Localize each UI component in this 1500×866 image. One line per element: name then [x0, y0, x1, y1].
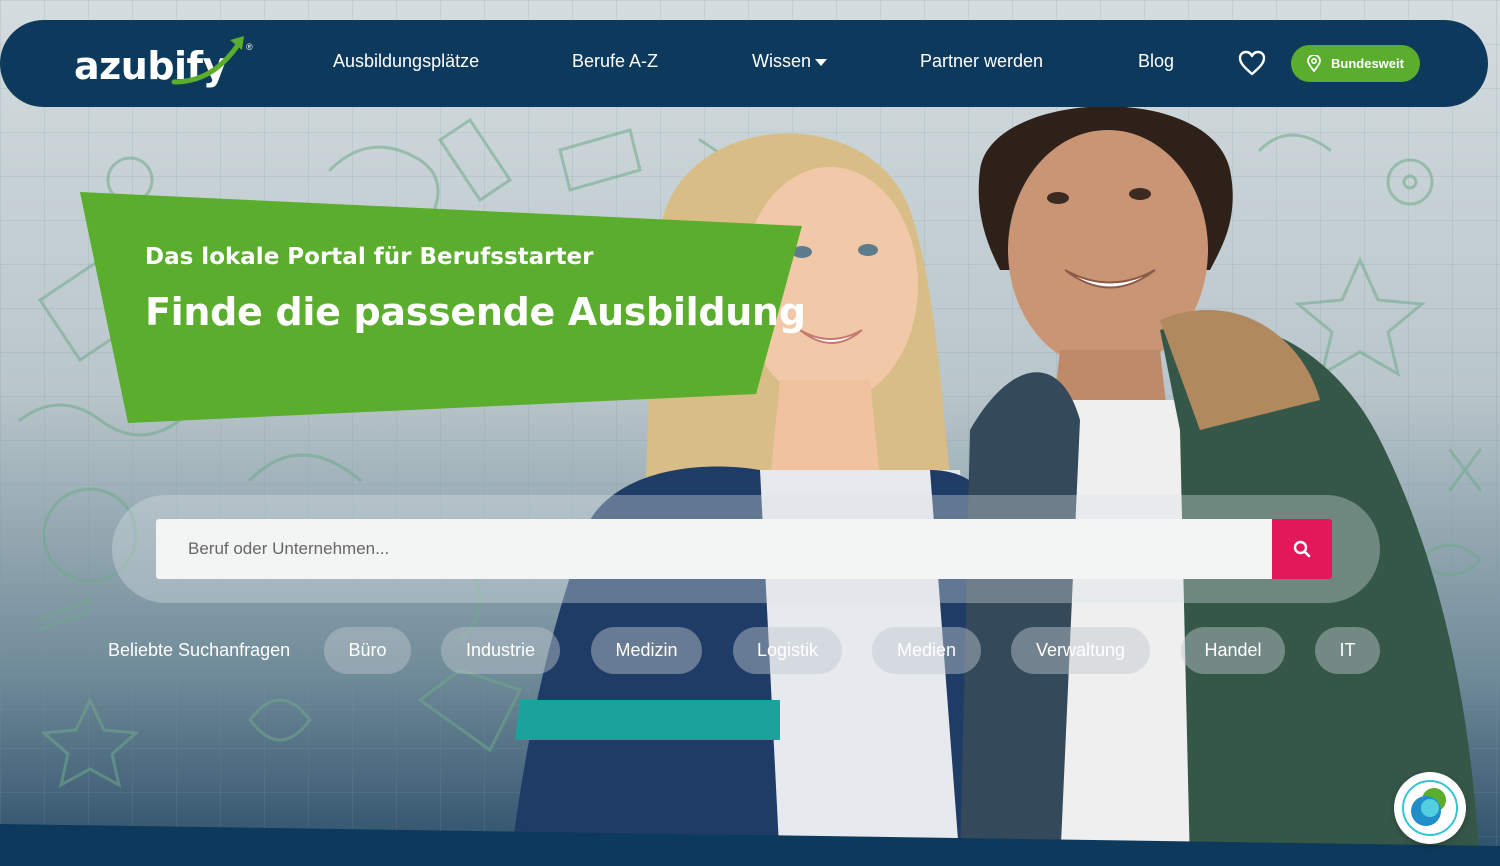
- nav-wissen[interactable]: Wissen: [752, 51, 828, 72]
- search-icon: [1293, 540, 1311, 558]
- location-button[interactable]: Bundesweit: [1291, 45, 1420, 82]
- heart-icon[interactable]: [1238, 50, 1266, 76]
- location-label: Bundesweit: [1331, 56, 1404, 71]
- popular-searches-label: Beliebte Suchanfragen: [108, 640, 291, 660]
- nav-partner-werden[interactable]: Partner werden: [920, 51, 1043, 72]
- chip-logistik[interactable]: Logistik: [733, 627, 842, 674]
- hero-subtitle: Das lokale Portal für Berufsstarter: [145, 244, 594, 270]
- chip-handel[interactable]: Handel: [1181, 627, 1285, 674]
- chip-buero[interactable]: Büro: [324, 627, 411, 674]
- map-pin-icon: [1307, 55, 1321, 72]
- chat-assistant-icon: [1402, 780, 1458, 836]
- chip-medizin[interactable]: Medizin: [591, 627, 702, 674]
- azubify-logo[interactable]: azubify ®: [74, 34, 258, 92]
- hero-background: [0, 0, 1500, 866]
- chip-medien[interactable]: Medien: [872, 627, 981, 674]
- hero-title: Finde die passende Ausbildung: [145, 290, 806, 334]
- search-button[interactable]: [1272, 519, 1332, 579]
- chip-industrie[interactable]: Industrie: [441, 627, 560, 674]
- nav-berufe-a-z[interactable]: Berufe A-Z: [572, 51, 658, 72]
- search-input[interactable]: [156, 519, 1272, 579]
- nav-ausbildungsplaetze[interactable]: Ausbildungsplätze: [333, 51, 479, 72]
- section-divider: [0, 824, 1500, 866]
- hero-photo-students: [510, 106, 1480, 866]
- logo-arrow-icon: [171, 36, 244, 85]
- nav-blog[interactable]: Blog: [1138, 51, 1174, 72]
- nav-wissen-label: Wissen: [752, 51, 812, 71]
- chip-verwaltung[interactable]: Verwaltung: [1011, 627, 1150, 674]
- caret-down-icon: [815, 58, 828, 66]
- top-navigation: azubify ® Ausbildungsplätze Berufe A-Z W…: [0, 20, 1488, 107]
- chip-it[interactable]: IT: [1315, 627, 1380, 674]
- registered-mark: ®: [246, 42, 253, 52]
- chat-assistant-button[interactable]: [1394, 772, 1466, 844]
